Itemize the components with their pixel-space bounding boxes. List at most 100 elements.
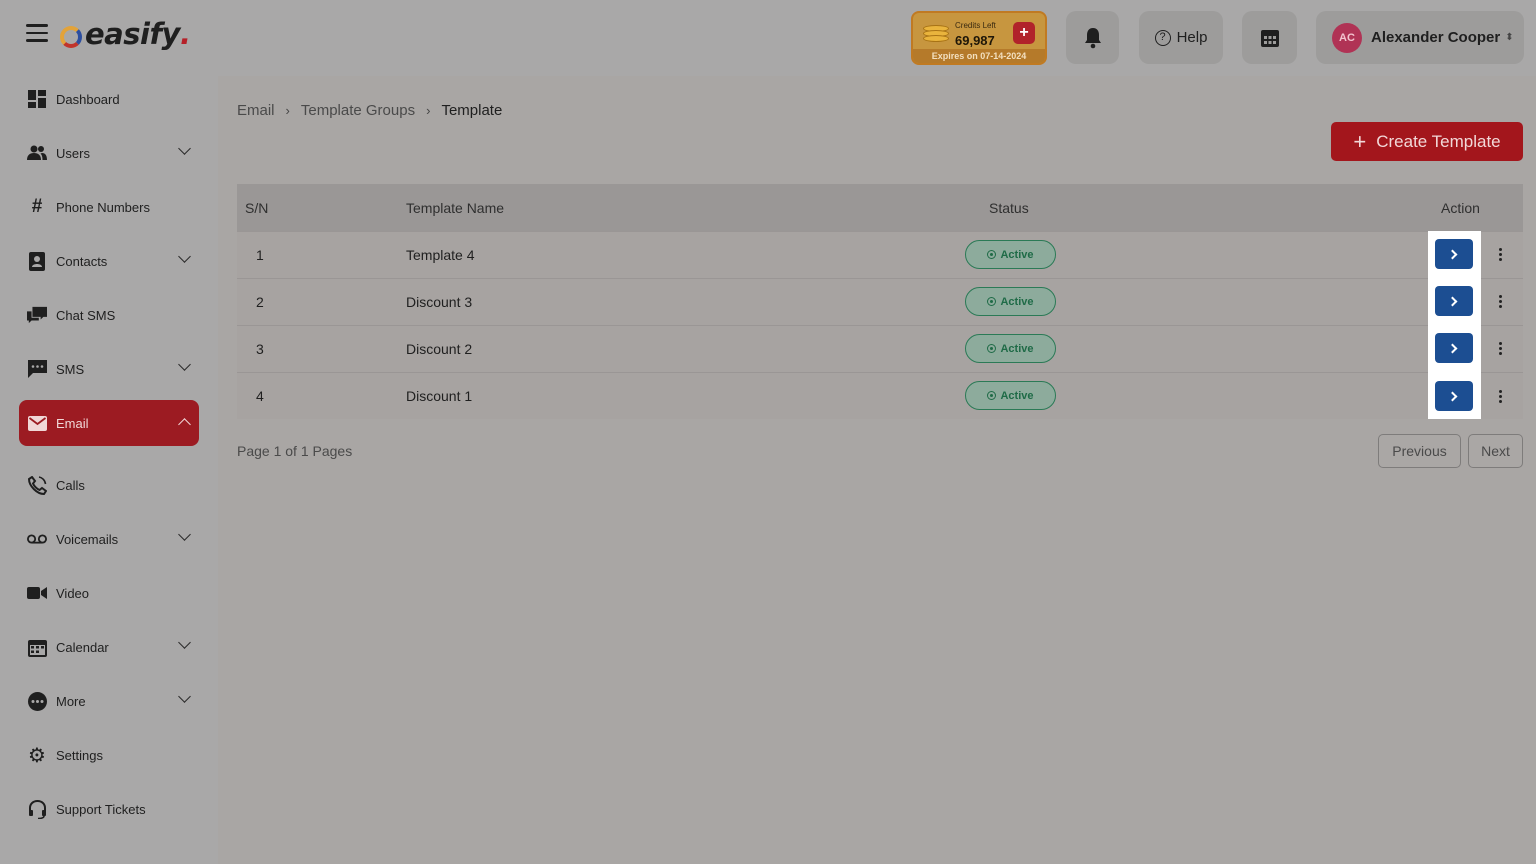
sidebar-item-phone-numbers[interactable]: # Phone Numbers [19, 184, 199, 230]
status-dot-icon [987, 391, 997, 400]
row-sn: 3 [256, 341, 264, 357]
sidebar-item-label: Calendar [56, 639, 109, 655]
templates-table: S/N Template Name Status Action 1 Templa… [237, 184, 1523, 419]
voicemail-icon [27, 529, 47, 549]
chevron-right-icon: › [426, 103, 431, 118]
credits-widget[interactable]: Credits Left 69,987 + Expires on 07-14-2… [911, 11, 1047, 65]
avatar: AC [1332, 22, 1362, 53]
sidebar-item-label: Calls [56, 477, 85, 493]
create-template-button[interactable]: + Create Template [1331, 122, 1523, 161]
logo-dot: . [179, 17, 191, 51]
sms-icon [27, 359, 47, 379]
status-dot-icon [987, 297, 997, 306]
sidebar-item-label: Video [56, 585, 90, 601]
plus-icon: + [1353, 128, 1367, 154]
table-row[interactable]: 4 Discount 1 Active [237, 372, 1523, 419]
pagination-info: Page 1 of 1 Pages [237, 443, 353, 459]
column-header-status: Status [989, 199, 1029, 216]
breadcrumb-template-groups[interactable]: Template Groups [301, 102, 415, 119]
users-icon [27, 143, 47, 163]
table-row[interactable]: 3 Discount 2 Active [237, 325, 1523, 372]
previous-page-button[interactable]: Previous [1378, 434, 1461, 468]
contacts-icon [27, 251, 47, 271]
breadcrumb-email[interactable]: Email [237, 102, 275, 119]
coins-icon [923, 25, 951, 45]
chevron-down-icon [178, 142, 191, 155]
sidebar-item-label: More [56, 693, 86, 709]
chevron-down-icon [178, 528, 191, 541]
credits-value: 69,987 [955, 33, 995, 48]
sidebar-item-support-tickets[interactable]: Support Tickets [19, 786, 199, 832]
table-row[interactable]: 1 Template 4 Active [237, 231, 1523, 278]
phone-icon [27, 475, 47, 495]
sidebar-item-sms[interactable]: SMS [19, 346, 199, 392]
sidebar-item-users[interactable]: Users [19, 130, 199, 176]
credits-label: Credits Left [955, 21, 996, 30]
chevron-right-icon [1447, 249, 1458, 259]
status-label: Active [1000, 248, 1034, 261]
status-label: Active [1000, 389, 1034, 402]
sidebar-item-label: Contacts [56, 253, 108, 269]
sidebar-item-label: Users [56, 145, 90, 161]
sidebar-item-video[interactable]: Video [19, 570, 199, 616]
status-dot-icon [987, 344, 997, 353]
sidebar-item-voicemails[interactable]: Voicemails [19, 516, 199, 562]
menu-icon[interactable] [26, 24, 48, 44]
sidebar-item-settings[interactable]: ⚙ Settings [19, 732, 199, 778]
chevron-right-icon: › [285, 103, 290, 118]
sidebar-item-label: Chat SMS [56, 307, 116, 323]
video-icon [27, 583, 47, 603]
logo[interactable]: easify. [60, 14, 191, 54]
sidebar-item-calendar[interactable]: Calendar [19, 624, 199, 670]
open-template-button[interactable] [1435, 333, 1473, 363]
notifications-button[interactable] [1066, 11, 1119, 64]
user-menu-button[interactable]: AC Alexander Cooper ⬍ [1316, 11, 1524, 64]
help-icon: ? [1154, 29, 1171, 46]
help-button[interactable]: ? Help [1139, 11, 1223, 64]
open-template-button[interactable] [1435, 286, 1473, 316]
status-badge: Active [965, 334, 1056, 363]
sidebar-item-chat-sms[interactable]: Chat SMS [19, 292, 199, 338]
open-template-button[interactable] [1435, 381, 1473, 411]
logo-text: easify [85, 17, 180, 51]
breadcrumb: Email › Template Groups › Template [237, 102, 502, 119]
sidebar-item-label: Voicemails [56, 531, 119, 547]
sidebar-item-label: Settings [56, 747, 103, 763]
sidebar-item-more[interactable]: More [19, 678, 199, 724]
bell-icon [1084, 27, 1101, 48]
column-header-action: Action [1441, 199, 1480, 216]
calendar-icon [27, 637, 47, 657]
calendar-button[interactable] [1242, 11, 1297, 64]
status-label: Active [1000, 295, 1034, 308]
next-page-button[interactable]: Next [1468, 434, 1523, 468]
sidebar-item-calls[interactable]: Calls [19, 462, 199, 508]
user-name: Alexander Cooper [1371, 29, 1501, 46]
kebab-menu-icon[interactable] [1495, 244, 1505, 264]
add-credits-button[interactable]: + [1013, 22, 1035, 44]
kebab-menu-icon[interactable] [1495, 386, 1505, 406]
sidebar-item-email[interactable]: Email [19, 400, 199, 446]
kebab-menu-icon[interactable] [1495, 338, 1505, 358]
kebab-menu-icon[interactable] [1495, 291, 1505, 311]
sidebar-item-label: SMS [56, 361, 85, 377]
breadcrumb-template: Template [441, 102, 503, 119]
help-label: Help [1176, 29, 1208, 46]
chevron-down-icon [178, 250, 191, 263]
chat-icon [27, 305, 47, 325]
status-badge: Active [965, 381, 1056, 410]
dashboard-icon [27, 89, 47, 109]
credits-expiry: Expires on 07-14-2024 [913, 49, 1045, 63]
status-badge: Active [965, 240, 1056, 269]
calendar-grid-icon [1260, 29, 1279, 47]
chevron-right-icon [1447, 391, 1458, 401]
open-template-button[interactable] [1435, 239, 1473, 269]
row-template-name: Discount 1 [406, 388, 473, 404]
gear-icon: ⚙ [28, 744, 46, 767]
sidebar-item-label: Email [56, 415, 89, 431]
sidebar-item-dashboard[interactable]: Dashboard [19, 76, 199, 122]
logo-mark-icon [60, 26, 82, 48]
row-sn: 2 [256, 294, 264, 310]
table-row[interactable]: 2 Discount 3 Active [237, 278, 1523, 325]
sidebar-item-contacts[interactable]: Contacts [19, 238, 199, 284]
status-label: Active [1000, 342, 1034, 355]
